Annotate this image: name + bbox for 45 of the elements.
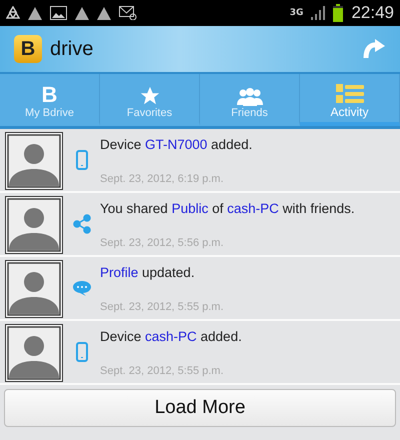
- activity-message: Profile updated.: [100, 265, 196, 280]
- warning-icon: [97, 6, 111, 20]
- avatar-icon: [5, 324, 63, 382]
- activity-message: Device GT-N7000 added.: [100, 137, 252, 152]
- network-type: 3G: [290, 8, 304, 18]
- refresh-icon[interactable]: [362, 38, 386, 60]
- avatar-icon: [5, 196, 63, 254]
- activity-date: Sept. 23, 2012, 5:56 p.m.: [100, 237, 225, 249]
- activity-link[interactable]: Public: [172, 201, 208, 216]
- app-title: drive: [50, 38, 94, 60]
- app-logo: B: [14, 35, 42, 63]
- avatar-icon: [5, 132, 63, 190]
- tab-label: Activity: [330, 105, 368, 119]
- tab-label: Favorites: [126, 107, 172, 119]
- warning-icon: [75, 6, 89, 20]
- activity-row[interactable]: Device cash-PC added. Sept. 23, 2012, 5:55 p.m.: [0, 321, 400, 385]
- activity-date: Sept. 23, 2012, 6:19 p.m.: [100, 173, 225, 185]
- activity-date: Sept. 23, 2012, 5:55 p.m.: [100, 365, 225, 377]
- activity-message: Device cash-PC added.: [100, 329, 242, 344]
- list-icon: [334, 83, 364, 105]
- image-icon: [50, 6, 67, 20]
- activity-row[interactable]: Profile updated. Sept. 23, 2012, 5:55 p.m.: [0, 257, 400, 321]
- warning-icon: [28, 6, 42, 20]
- star-icon: [138, 85, 160, 107]
- recycle-icon: [6, 6, 20, 20]
- chat-bubble-icon: [72, 278, 92, 298]
- tab-glyph: B: [42, 83, 58, 107]
- activity-row[interactable]: You shared Public of cash-PC with friends. Sept. 23, 2012, 5:56 p.m.: [0, 193, 400, 257]
- battery-icon: [333, 4, 344, 22]
- activity-link[interactable]: cash-PC: [227, 201, 279, 216]
- activity-link[interactable]: GT-N7000: [145, 137, 208, 152]
- clock: 22:49: [351, 3, 394, 23]
- avatar-icon: [5, 260, 63, 318]
- tab-label: Friends: [231, 107, 268, 119]
- load-more-button[interactable]: Load More: [4, 389, 396, 427]
- activity-link[interactable]: cash-PC: [145, 329, 197, 344]
- activity-date: Sept. 23, 2012, 5:55 p.m.: [100, 301, 224, 313]
- activity-message: You shared Public of cash-PC with friends.: [100, 201, 355, 216]
- signal-icon: [311, 6, 326, 20]
- people-icon: [234, 87, 264, 107]
- activity-row[interactable]: Device GT-N7000 added. Sept. 23, 2012, 6:19 p.m.: [0, 129, 400, 193]
- share-icon: [72, 214, 92, 234]
- activity-link[interactable]: Profile: [100, 265, 138, 280]
- tab-label: My Bdrive: [25, 107, 74, 119]
- mail-icon: [119, 6, 137, 20]
